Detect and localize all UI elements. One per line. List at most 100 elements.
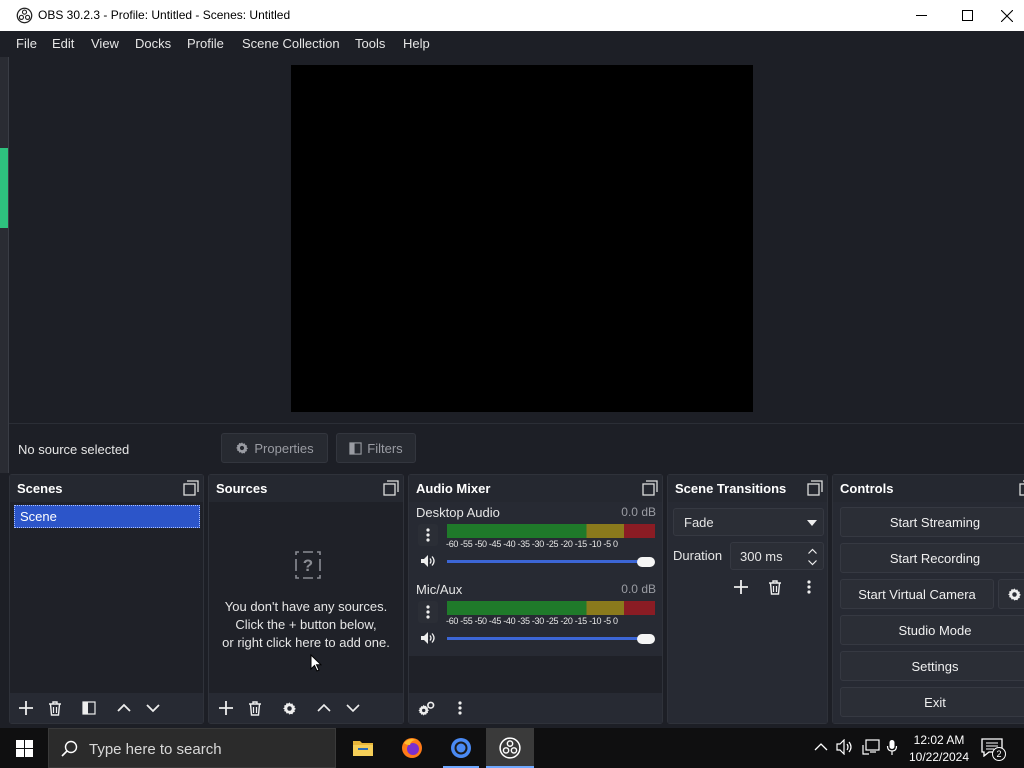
show-hidden-icons-button[interactable]: [814, 740, 830, 756]
maximize-button[interactable]: [944, 0, 990, 31]
taskbar-search-box[interactable]: Type here to search: [48, 728, 336, 768]
undock-icon[interactable]: [1019, 480, 1024, 496]
menu-edit[interactable]: Edit: [52, 36, 74, 51]
move-source-up-button[interactable]: [314, 698, 334, 718]
scene-filters-button[interactable]: [79, 698, 99, 718]
duration-spinbox[interactable]: 300 ms: [730, 542, 824, 570]
controls-header: Controls: [833, 475, 1024, 502]
volume-slider-track[interactable]: [447, 637, 652, 640]
minimize-button[interactable]: [898, 0, 944, 31]
transitions-header: Scene Transitions: [668, 475, 827, 502]
trash-icon: [769, 579, 781, 595]
source-toolbar: No source selected Properties Filters: [9, 423, 1024, 470]
undock-icon[interactable]: [807, 480, 823, 496]
remove-source-button[interactable]: [245, 698, 265, 718]
chevron-down-icon: [346, 704, 360, 713]
volume-tray-button[interactable]: [836, 738, 856, 757]
menu-file[interactable]: File: [16, 36, 37, 51]
chevron-up-icon: [317, 703, 331, 712]
clock-time[interactable]: 12:02 AM: [906, 733, 972, 747]
start-button[interactable]: [0, 728, 48, 768]
advanced-audio-button[interactable]: [416, 698, 436, 718]
network-tray-button[interactable]: [862, 739, 882, 757]
firefox-taskbar-button[interactable]: [388, 728, 436, 768]
menu-view[interactable]: View: [91, 36, 119, 51]
sources-list[interactable]: ? You don't have any sources. Click the …: [209, 502, 403, 693]
volume-slider-track[interactable]: [447, 560, 652, 563]
volume-icon: [836, 738, 852, 756]
spin-down-icon[interactable]: [808, 560, 817, 566]
desktop-audio-channel: Desktop Audio 0.0 dB -60 -55 -50 -45 -40…: [409, 502, 662, 578]
left-edge-strip: [0, 57, 9, 473]
trash-icon: [49, 700, 61, 716]
studio-mode-button[interactable]: Studio Mode: [840, 615, 1024, 645]
channel-menu-button[interactable]: [418, 601, 438, 623]
mute-button[interactable]: [418, 627, 438, 649]
chrome-taskbar-button[interactable]: [437, 728, 485, 768]
menu-tools[interactable]: Tools: [355, 36, 385, 51]
audio-mixer-header: Audio Mixer: [409, 475, 662, 502]
obs-logo-icon: [16, 7, 33, 24]
duration-value: 300 ms: [740, 549, 783, 564]
microphone-tray-button[interactable]: [886, 739, 902, 757]
source-properties-button[interactable]: [279, 698, 299, 718]
remove-scene-button[interactable]: [45, 698, 65, 718]
chrome-icon: [451, 738, 471, 758]
preview-canvas[interactable]: [291, 65, 753, 412]
transition-menu-button[interactable]: [799, 577, 819, 597]
menu-scene-collection[interactable]: Scene Collection: [242, 36, 340, 51]
scenes-dock-header: Scenes: [10, 475, 203, 502]
undock-icon[interactable]: [383, 480, 399, 496]
file-explorer-taskbar-button[interactable]: [339, 728, 387, 768]
menu-profile[interactable]: Profile: [187, 36, 224, 51]
settings-button[interactable]: Settings: [840, 651, 1024, 681]
audio-mixer-title: Audio Mixer: [416, 481, 491, 496]
menu-help[interactable]: Help: [403, 36, 430, 51]
virtual-camera-settings-button[interactable]: [998, 579, 1024, 609]
vertical-dots-icon: [458, 701, 462, 715]
properties-label: Properties: [254, 440, 314, 456]
scenes-dock: Scenes Scene: [9, 474, 204, 724]
channel-name: Desktop Audio: [416, 505, 500, 520]
gears-icon: [417, 701, 434, 716]
scene-list-item[interactable]: Scene: [14, 505, 200, 528]
search-placeholder: Type here to search: [89, 741, 222, 758]
notifications-button[interactable]: 2: [981, 737, 1007, 761]
close-button[interactable]: [990, 0, 1024, 31]
obs-taskbar-button[interactable]: [486, 728, 534, 768]
mute-button[interactable]: [418, 550, 438, 572]
audio-mixer-menu-button[interactable]: [450, 698, 470, 718]
firefox-icon: [402, 738, 422, 758]
add-source-button[interactable]: [216, 698, 236, 718]
add-scene-button[interactable]: [16, 698, 36, 718]
sources-dock: Sources ? You don't have any sources. Cl…: [208, 474, 404, 724]
volume-slider-knob[interactable]: [637, 634, 655, 644]
undock-icon[interactable]: [642, 480, 658, 496]
start-streaming-button[interactable]: Start Streaming: [840, 507, 1024, 537]
menu-docks[interactable]: Docks: [135, 36, 171, 51]
filters-button[interactable]: Filters: [336, 433, 416, 463]
plus-icon: [219, 701, 233, 715]
spin-up-icon[interactable]: [808, 548, 817, 554]
exit-button[interactable]: Exit: [840, 687, 1024, 717]
move-source-down-button[interactable]: [343, 698, 363, 718]
add-transition-button[interactable]: [731, 577, 751, 597]
clock-date[interactable]: 10/22/2024: [906, 750, 972, 764]
left-edge-indicator: [0, 148, 8, 228]
channel-menu-button[interactable]: [418, 524, 438, 546]
transition-select[interactable]: Fade: [673, 508, 824, 536]
volume-slider-knob[interactable]: [637, 557, 655, 567]
move-scene-down-button[interactable]: [143, 698, 163, 718]
duration-label: Duration: [673, 548, 723, 563]
scenes-list[interactable]: Scene: [10, 502, 203, 693]
start-recording-button[interactable]: Start Recording: [840, 543, 1024, 573]
chevron-down-icon: [146, 704, 160, 713]
move-scene-up-button[interactable]: [114, 698, 134, 718]
transitions-body: Fade Duration 300 ms: [668, 502, 827, 723]
properties-button[interactable]: Properties: [221, 433, 328, 463]
undock-icon[interactable]: [183, 480, 199, 496]
remove-transition-button[interactable]: [765, 577, 785, 597]
start-virtual-camera-button[interactable]: Start Virtual Camera: [840, 579, 994, 609]
empty-sources-line3: or right click here to add one.: [222, 635, 390, 650]
transitions-title: Scene Transitions: [675, 481, 787, 496]
